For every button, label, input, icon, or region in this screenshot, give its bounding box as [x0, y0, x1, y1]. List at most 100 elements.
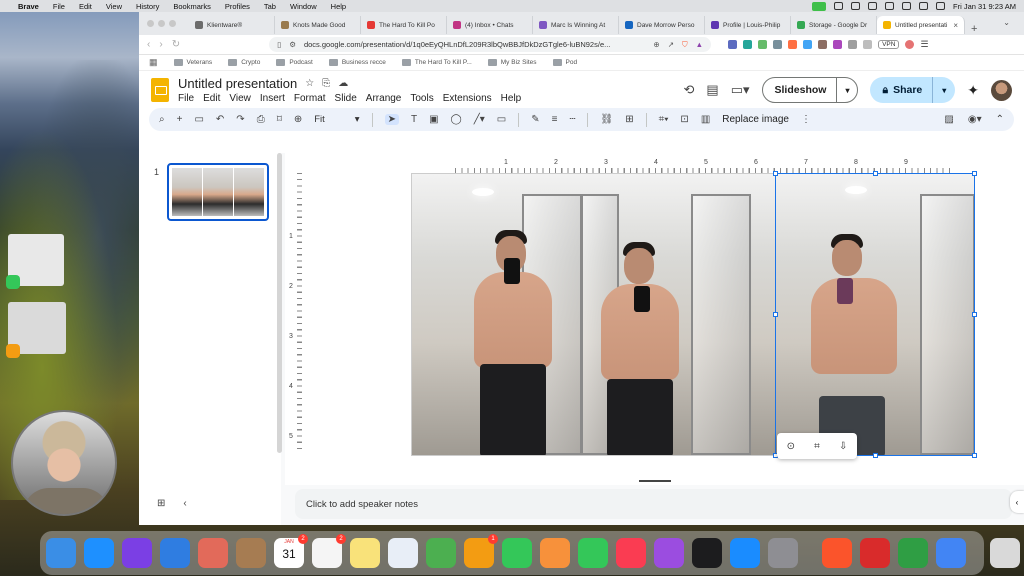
- menubar-app-name[interactable]: Brave: [18, 2, 39, 11]
- numbers-dock-icon[interactable]: [578, 538, 608, 568]
- browser-tab[interactable]: Marc Is Winning At: [533, 16, 619, 34]
- bookmark-folder[interactable]: The Hard To Kill P...: [401, 59, 472, 66]
- search-menus-icon[interactable]: ⌕: [159, 114, 165, 125]
- speaker-notes-drag-handle[interactable]: [639, 480, 671, 482]
- menu-format[interactable]: Format: [294, 93, 326, 104]
- close-window-button[interactable]: [147, 20, 154, 27]
- freeform-dock-icon[interactable]: [388, 538, 418, 568]
- collapse-filmstrip-chevron-icon[interactable]: ‹: [183, 498, 186, 509]
- slideshow-label[interactable]: Slideshow: [763, 78, 838, 102]
- vertical-ruler[interactable]: 1 2 3 4 5: [289, 173, 302, 449]
- menu-file[interactable]: File: [178, 93, 194, 104]
- star-icon[interactable]: ☆: [305, 78, 314, 89]
- back-icon[interactable]: ‹: [147, 39, 150, 50]
- browser-tab[interactable]: (4) Inbox • Chats: [447, 16, 533, 34]
- progress-photo-1[interactable]: [412, 174, 582, 455]
- safari-dock-icon[interactable]: [84, 538, 114, 568]
- music-dock-icon[interactable]: [616, 538, 646, 568]
- version-history-icon[interactable]: ⟲: [684, 82, 695, 98]
- extension-icon-6[interactable]: [803, 40, 813, 49]
- apps-grid-icon[interactable]: ▦: [149, 57, 158, 68]
- trash-dock-icon[interactable]: [990, 538, 1020, 568]
- print-icon[interactable]: ⎙: [257, 114, 265, 125]
- menu-extensions[interactable]: Extensions: [443, 93, 492, 104]
- menu-tools[interactable]: Tools: [410, 93, 433, 104]
- select-cursor-icon[interactable]: ➤: [384, 114, 399, 125]
- comments-icon[interactable]: ▤: [706, 82, 718, 98]
- photos-app-icon[interactable]: [6, 344, 20, 358]
- menubar-history[interactable]: History: [136, 2, 159, 11]
- new-tab-button[interactable]: +: [971, 23, 977, 35]
- bookmark-folder[interactable]: Podcast: [276, 59, 313, 66]
- horizontal-ruler[interactable]: 1 2 3 4 5 6 7 8 9: [455, 159, 955, 173]
- launchpad-dock-icon[interactable]: [198, 538, 228, 568]
- cloud-saved-icon[interactable]: ☁: [338, 78, 348, 89]
- app-green-dock-icon[interactable]: [898, 538, 928, 568]
- menubar-tab[interactable]: Tab: [264, 2, 276, 11]
- meet-camera-icon[interactable]: ▭▾: [731, 82, 750, 98]
- share-dropdown-chevron-icon[interactable]: ▾: [932, 77, 955, 103]
- app-red-dock-icon[interactable]: [860, 538, 890, 568]
- photos-dock-icon[interactable]: 1: [464, 534, 498, 568]
- mail-dock-icon[interactable]: [160, 538, 190, 568]
- extension-icon-3[interactable]: [758, 40, 768, 49]
- forward-icon[interactable]: ›: [159, 39, 162, 50]
- zoom-select[interactable]: Fit ▾: [314, 114, 359, 125]
- share-label-wrap[interactable]: 🔒︎ Share: [870, 84, 932, 97]
- replace-image-button[interactable]: Replace image: [722, 114, 789, 125]
- google-slides-logo[interactable]: [151, 77, 169, 102]
- menu-view[interactable]: View: [229, 93, 251, 104]
- pages-dock-icon[interactable]: [540, 538, 570, 568]
- share-page-icon[interactable]: ↗: [668, 40, 674, 49]
- browser-tab[interactable]: Untitled presentati ×: [877, 16, 965, 34]
- contacts-dock-icon[interactable]: [236, 538, 266, 568]
- site-settings-icon[interactable]: ⚙: [289, 40, 296, 49]
- vpn-button[interactable]: VPN: [878, 40, 900, 49]
- bookmark-folder[interactable]: Pod: [552, 59, 577, 66]
- extension-icon-4[interactable]: [773, 40, 783, 49]
- share-button[interactable]: 🔒︎ Share ▾: [870, 77, 956, 103]
- status-icon-1[interactable]: [834, 2, 844, 10]
- slide-layout-icon[interactable]: ▭: [194, 114, 203, 125]
- system-settings-dock-icon[interactable]: [768, 538, 798, 568]
- bookmark-icon[interactable]: ▯: [277, 40, 281, 49]
- grid-view-icon[interactable]: ⊞: [157, 498, 165, 509]
- status-icon-3[interactable]: [868, 2, 878, 10]
- side-panel-toggle-chevron-icon[interactable]: ‹: [1010, 491, 1024, 513]
- extension-icon-8[interactable]: [833, 40, 843, 49]
- shape-icon[interactable]: ◯: [451, 114, 462, 125]
- bookmark-folder[interactable]: Business recce: [328, 59, 386, 66]
- insert-image-icon[interactable]: ▣: [429, 114, 438, 125]
- reload-icon[interactable]: ↻: [172, 39, 180, 50]
- brave-shields-icon[interactable]: ⛉: [682, 40, 688, 50]
- reminders-dock-icon[interactable]: 2: [312, 534, 346, 568]
- chrome-dock-icon[interactable]: [936, 538, 966, 568]
- facetime-camera-icon[interactable]: [812, 1, 827, 11]
- more-options-icon[interactable]: ⋮: [801, 114, 811, 125]
- add-comment-icon[interactable]: ⊞: [625, 114, 633, 125]
- line-icon[interactable]: ╱▾: [474, 114, 485, 125]
- slide-thumbnail[interactable]: [167, 163, 269, 221]
- image-sidebar-icon[interactable]: ▨: [944, 114, 953, 125]
- status-icon-2[interactable]: [851, 2, 861, 10]
- crop-icon[interactable]: ⌗▾: [659, 114, 669, 125]
- image-edit-icon[interactable]: ⊙: [787, 441, 795, 452]
- wifi-icon[interactable]: [902, 2, 912, 10]
- minimize-window-button[interactable]: [158, 20, 165, 27]
- profile-icon[interactable]: [905, 40, 915, 49]
- brave-dock-icon[interactable]: [822, 538, 852, 568]
- slideshow-dropdown-chevron-icon[interactable]: ▾: [837, 86, 857, 95]
- close-tab-icon[interactable]: ×: [953, 21, 958, 30]
- control-center-icon[interactable]: [936, 2, 946, 10]
- tab-search-chevron-icon[interactable]: ⌄: [1003, 18, 1010, 27]
- border-dash-icon[interactable]: ┄: [569, 114, 575, 125]
- menu-help[interactable]: Help: [501, 93, 522, 104]
- podcasts-dock-icon[interactable]: [654, 538, 684, 568]
- browser-menu-icon[interactable]: ☰: [920, 39, 928, 50]
- bookmark-folder[interactable]: Crypto: [228, 59, 260, 66]
- menu-slide[interactable]: Slide: [335, 93, 357, 104]
- browser-tab[interactable]: The Hard To Kill Po: [361, 16, 447, 34]
- slide-canvas[interactable]: [411, 173, 975, 456]
- canvas-scrollbar[interactable]: [1016, 173, 1022, 443]
- filmstrip-scrollbar[interactable]: [277, 153, 282, 453]
